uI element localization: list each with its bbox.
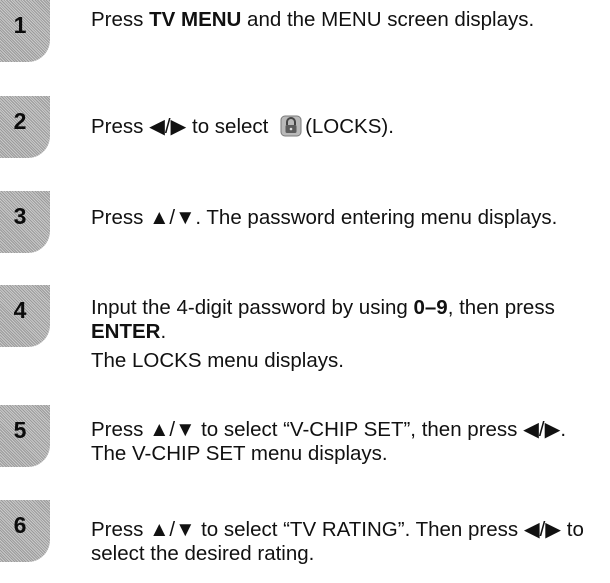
instruction-line: Press ▲/▼ to select “TV RATING”. Then pr… <box>91 518 596 566</box>
step-number-badge: 1 <box>0 0 50 62</box>
step-number-badge: 2 <box>0 96 50 158</box>
step-instruction: Input the 4-digit password by using 0–9,… <box>91 296 596 373</box>
instruction-line: Press ▲/▼. The password entering menu di… <box>91 206 596 230</box>
instruction-line: Press ▲/▼ to select “V-CHIP SET”, then p… <box>91 418 596 466</box>
instruction-text: (LOCKS). <box>305 115 394 138</box>
instruction-text: Press ◀/▶ to select <box>91 115 275 138</box>
instruction-text: Press ▲/▼ to select “V-CHIP SET”, then p… <box>91 418 567 465</box>
instruction-text: Press <box>91 8 150 31</box>
step-number: 3 <box>13 203 27 229</box>
step-instruction: Press ▲/▼. The password entering menu di… <box>91 206 596 230</box>
step-number-badge: 5 <box>0 405 50 467</box>
step-number: 4 <box>13 297 27 323</box>
instruction-line: Input the 4-digit password by using 0–9,… <box>91 296 596 344</box>
instruction-text: Input the 4-digit password by using <box>91 296 414 319</box>
step-number-badge: 3 <box>0 191 50 253</box>
step-number: 1 <box>13 12 27 38</box>
instruction-text: Press ▲/▼ to select “TV RATING”. Then pr… <box>91 518 584 565</box>
step-number: 2 <box>13 108 27 134</box>
step-instruction: Press ▲/▼ to select “V-CHIP SET”, then p… <box>91 418 596 466</box>
bold-text: ENTER <box>91 320 161 343</box>
step-instruction: Press TV MENU and the MENU screen displa… <box>91 8 596 32</box>
step-number: 6 <box>13 512 27 538</box>
instruction-text: and the MENU screen displays. <box>241 8 535 31</box>
instruction-text: , then press <box>447 296 555 319</box>
step-number-badge: 6 <box>0 500 50 562</box>
bold-text: 0–9 <box>413 296 448 319</box>
step-number-badge: 4 <box>0 285 50 347</box>
instruction-text: The LOCKS menu displays. <box>91 349 344 372</box>
instruction-line: Press ◀/▶ to select (LOCKS). <box>91 114 596 144</box>
bold-text: TV MENU <box>149 8 242 31</box>
step-number: 5 <box>13 417 27 443</box>
instruction-line: Press TV MENU and the MENU screen displa… <box>91 8 596 32</box>
instruction-text: . <box>160 320 167 343</box>
step-instruction: Press ◀/▶ to select (LOCKS). <box>91 114 596 144</box>
instruction-text: Press ▲/▼. The password entering menu di… <box>91 206 558 229</box>
step-instruction: Press ▲/▼ to select “TV RATING”. Then pr… <box>91 518 596 566</box>
instruction-line: The LOCKS menu displays. <box>91 349 596 373</box>
locks-icon <box>279 114 303 144</box>
